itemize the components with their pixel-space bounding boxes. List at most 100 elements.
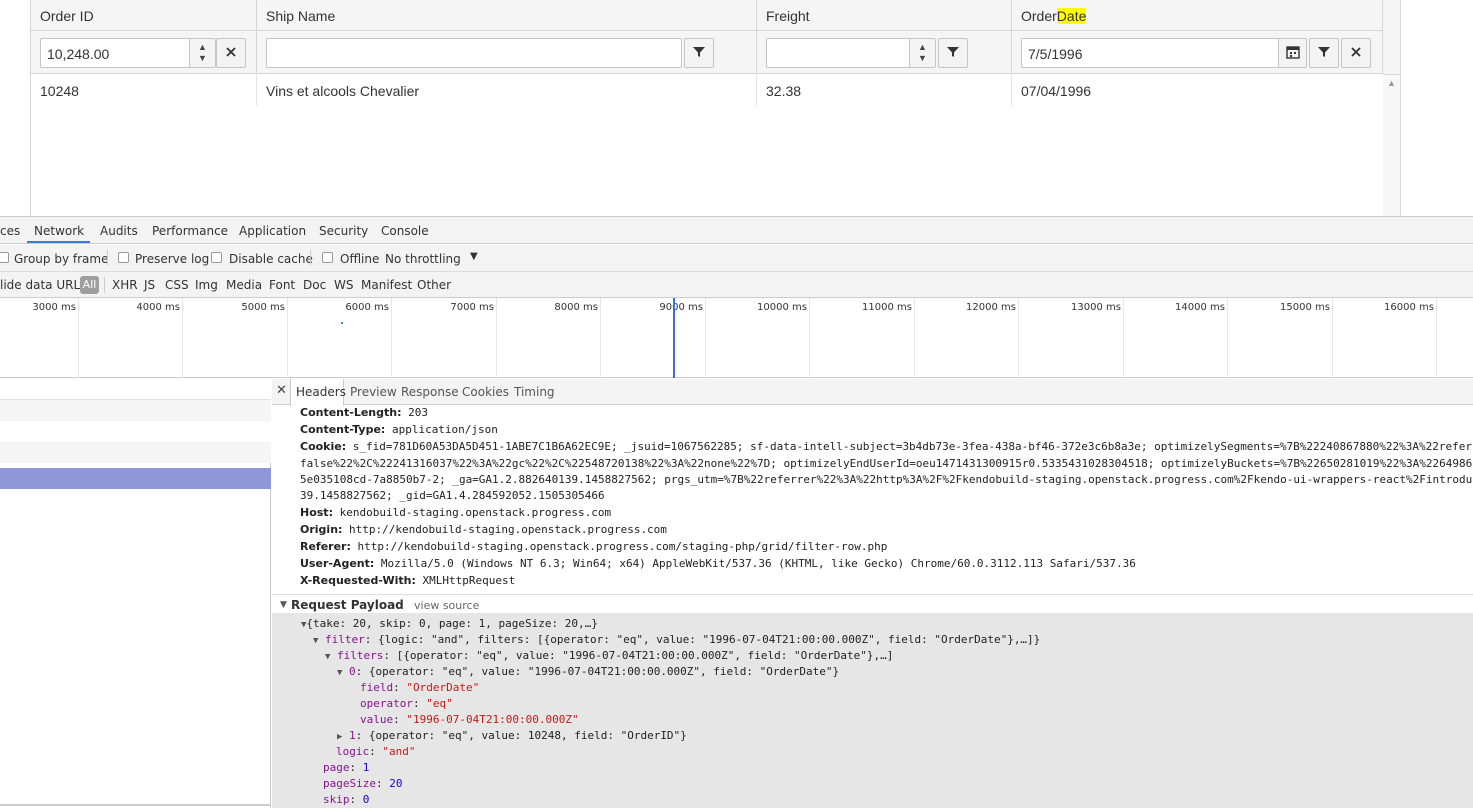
filter-menu-button[interactable] — [1309, 38, 1339, 68]
filter-manifest[interactable]: Manifest — [361, 278, 412, 292]
tab-cookies[interactable]: Cookies — [462, 385, 509, 399]
timeline-label: 9000 ms — [659, 302, 703, 313]
tab-sources[interactable]: ces — [0, 224, 20, 238]
tree-key: logic — [336, 745, 370, 758]
collapse-triangle-icon[interactable]: ▼ — [280, 600, 287, 610]
tab-response[interactable]: Response — [401, 385, 459, 399]
filter-other[interactable]: Other — [417, 278, 451, 292]
list-item[interactable] — [0, 400, 271, 421]
expanded-triangle-icon[interactable]: ▼ — [313, 636, 318, 646]
preserve-log-checkbox[interactable] — [118, 252, 129, 263]
order-id-filter-input[interactable]: 10,248.00 ▲ ▼ — [40, 38, 216, 68]
close-icon[interactable]: ✕ — [276, 383, 287, 398]
collapsed-triangle-icon[interactable]: ▶ — [337, 732, 342, 742]
cell-freight[interactable]: 32.38 — [757, 75, 1012, 106]
tree-leaf-pagesize[interactable]: pageSize: 20 — [323, 777, 402, 790]
view-source-link[interactable]: view source — [414, 599, 479, 612]
calendar-icon — [1285, 46, 1300, 59]
tree-node-root[interactable]: ▼{take: 20, skip: 0, page: 1, pageSize: … — [301, 617, 598, 630]
detail-tab-bar: ✕ Headers Preview Response Cookies Timin… — [272, 379, 1473, 406]
offline-checkbox[interactable] — [322, 252, 333, 263]
tree-key: page — [323, 761, 350, 774]
timeline-gridline — [1227, 298, 1228, 378]
column-header-order-date[interactable]: OrderDate — [1012, 0, 1383, 31]
tab-application[interactable]: Application — [239, 224, 306, 238]
tree-node-item-0[interactable]: ▼ 0: {operator: "eq", value: "1996-07-04… — [337, 665, 839, 678]
tab-audits[interactable]: Audits — [100, 224, 138, 238]
header-line: User-Agent: Mozilla/5.0 (Windows NT 6.3;… — [300, 557, 1136, 570]
tree-key: 1 — [349, 729, 356, 742]
tree-leaf-logic[interactable]: logic: "and" — [336, 745, 416, 758]
request-payload-section-header[interactable]: ▼ Request Payload view source — [272, 594, 1473, 613]
tree-key: operator — [360, 697, 413, 710]
list-item[interactable] — [0, 442, 271, 463]
network-timeline-overview[interactable]: 3000 ms 4000 ms 5000 ms 6000 ms 7000 ms … — [0, 298, 1473, 378]
filter-ws[interactable]: WS — [334, 278, 353, 292]
tab-performance[interactable]: Performance — [152, 224, 228, 238]
calendar-button[interactable] — [1278, 39, 1306, 67]
list-divider — [0, 804, 271, 806]
timeline-gridline — [391, 298, 392, 378]
list-item[interactable] — [0, 421, 271, 442]
filter-menu-button[interactable] — [684, 38, 714, 68]
spin-up-icon[interactable]: ▲ — [910, 42, 935, 53]
list-item-selected[interactable] — [0, 468, 271, 489]
clear-filter-button[interactable] — [1341, 38, 1371, 68]
spin-down-icon[interactable]: ▼ — [910, 53, 935, 64]
tab-console[interactable]: Console — [381, 224, 429, 238]
tab-security[interactable]: Security — [319, 224, 368, 238]
clear-filter-button[interactable] — [216, 38, 246, 68]
group-by-frame-checkbox[interactable] — [0, 252, 9, 263]
tab-preview[interactable]: Preview — [350, 385, 397, 399]
close-icon — [1351, 47, 1361, 57]
filter-media[interactable]: Media — [226, 278, 262, 292]
tree-leaf-value[interactable]: value: "1996-07-04T21:00:00.000Z" — [360, 713, 579, 726]
filter-img[interactable]: Img — [195, 278, 218, 292]
tree-leaf-page[interactable]: page: 1 — [323, 761, 369, 774]
filter-cell-order-id: 10,248.00 ▲ ▼ — [31, 31, 257, 74]
column-header-freight[interactable]: Freight — [757, 0, 1012, 31]
numeric-spinner[interactable]: ▲ ▼ — [909, 39, 935, 67]
expanded-triangle-icon[interactable]: ▼ — [325, 652, 330, 662]
column-header-ship-name[interactable]: Ship Name — [257, 0, 757, 31]
column-header-order-id[interactable]: Order ID — [31, 0, 257, 31]
tree-leaf-operator[interactable]: operator: "eq" — [360, 697, 453, 710]
filter-css[interactable]: CSS — [165, 278, 189, 292]
filter-js[interactable]: JS — [144, 278, 155, 292]
tree-node-item-1[interactable]: ▶ 1: {operator: "eq", value: 10248, fiel… — [337, 729, 687, 742]
expanded-triangle-icon[interactable]: ▼ — [337, 668, 342, 678]
header-scrollbar-spacer — [1383, 0, 1400, 75]
cell-ship-name[interactable]: Vins et alcools Chevalier — [257, 75, 757, 106]
numeric-spinner[interactable]: ▲ ▼ — [189, 39, 215, 67]
tab-network[interactable]: Network — [34, 224, 84, 238]
freight-filter-input[interactable]: ▲ ▼ — [766, 38, 936, 68]
order-date-filter-input[interactable]: 7/5/1996 — [1021, 38, 1307, 68]
preserve-log-label: Preserve log — [135, 252, 210, 266]
filter-all[interactable]: All — [80, 276, 99, 294]
filter-xhr[interactable]: XHR — [112, 278, 138, 292]
filter-doc[interactable]: Doc — [303, 278, 326, 292]
cell-order-id[interactable]: 10248 — [31, 75, 257, 106]
tree-node-filters[interactable]: ▼ filters: [{operator: "eq", value: "199… — [325, 649, 893, 662]
tree-key: field — [360, 681, 394, 694]
timeline-label: 12000 ms — [966, 302, 1016, 313]
timeline-gridline — [287, 298, 288, 378]
grid-vertical-scrollbar[interactable]: ▲ — [1383, 75, 1400, 216]
ship-name-filter-input[interactable] — [266, 38, 682, 68]
tree-leaf-field[interactable]: field: "OrderDate" — [360, 681, 479, 694]
filter-font[interactable]: Font — [269, 278, 295, 292]
scroll-up-icon[interactable]: ▲ — [1387, 78, 1396, 88]
dropdown-arrow-icon[interactable]: ▼ — [470, 251, 478, 262]
hide-data-urls-label[interactable]: lide data URLs — [0, 278, 86, 292]
tree-leaf-skip[interactable]: skip: 0 — [323, 793, 369, 806]
tree-node-filter[interactable]: ▼ filter: {logic: "and", filters: [{oper… — [313, 633, 1040, 646]
tab-headers[interactable]: Headers — [296, 385, 346, 399]
tab-timing[interactable]: Timing — [514, 385, 555, 399]
throttling-select[interactable]: No throttling — [385, 252, 461, 266]
list-item[interactable] — [0, 379, 271, 400]
spin-down-icon[interactable]: ▼ — [190, 53, 215, 64]
filter-menu-button[interactable] — [938, 38, 968, 68]
cell-order-date[interactable]: 07/04/1996 — [1012, 75, 1383, 106]
disable-cache-checkbox[interactable] — [211, 252, 222, 263]
spin-up-icon[interactable]: ▲ — [190, 42, 215, 53]
